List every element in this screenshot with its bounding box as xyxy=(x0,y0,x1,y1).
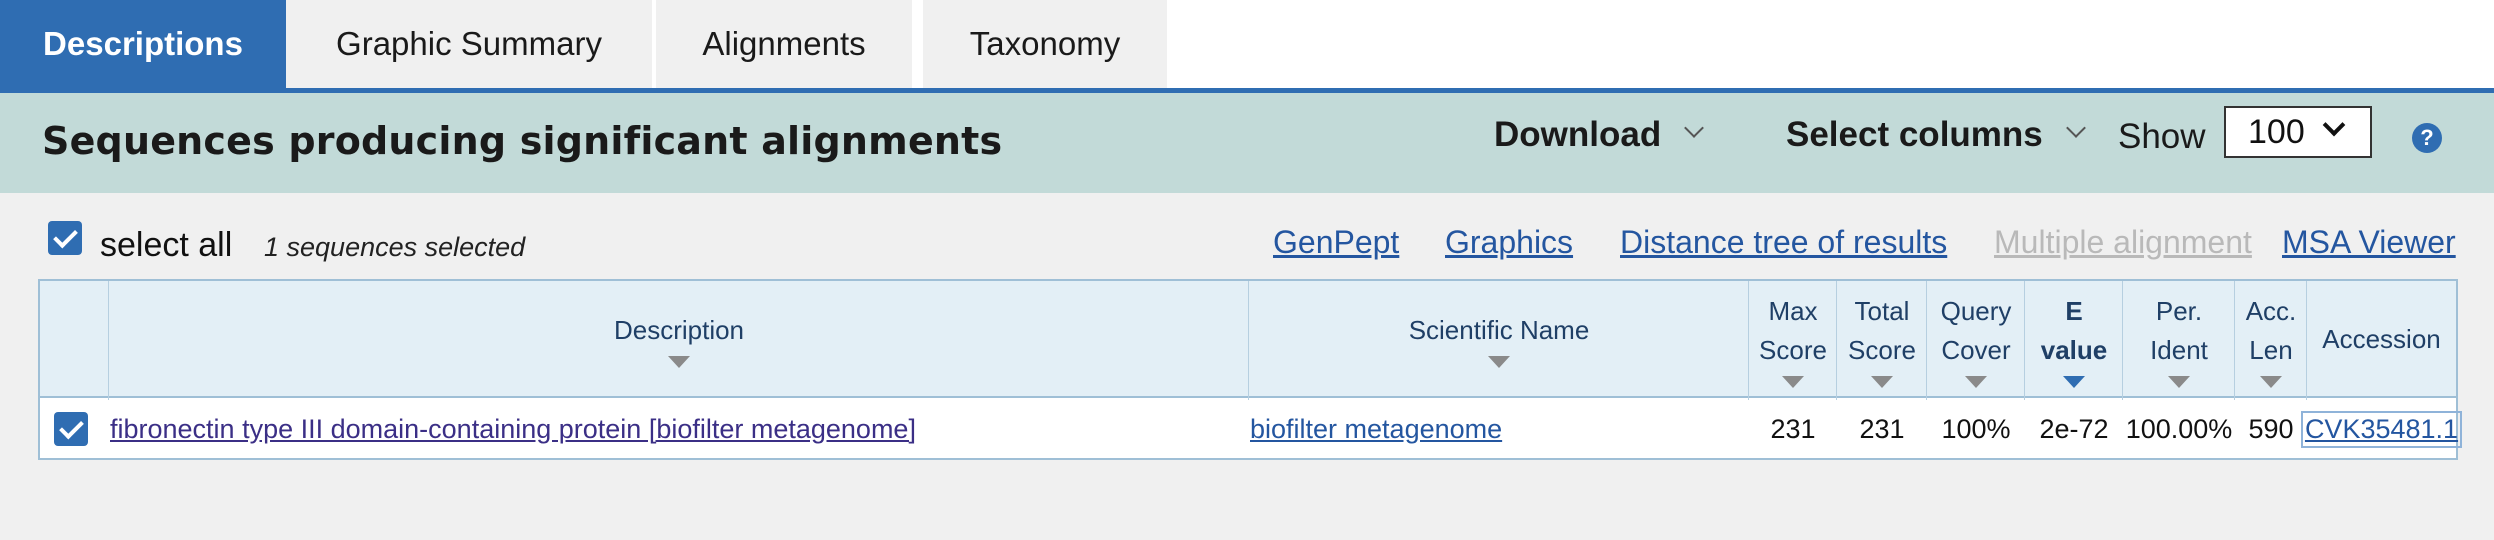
row-query-cover: 100% xyxy=(1941,413,2011,444)
sort-arrow-icon[interactable] xyxy=(2260,375,2282,388)
results-header-bar: Sequences producing significant alignmen… xyxy=(0,93,2494,193)
row-e-value: 2e-72 xyxy=(2039,413,2109,444)
column-header-label: Score xyxy=(1759,334,1827,365)
column-header-description[interactable]: Description xyxy=(109,281,1249,398)
tab-taxonomy[interactable]: Taxonomy xyxy=(923,0,1167,88)
sort-arrow-icon[interactable] xyxy=(2063,375,2085,388)
show-count-select[interactable]: 100 xyxy=(2224,106,2372,158)
row-accession-cell: CVK35481.1 xyxy=(2300,400,2463,458)
msa-viewer-link[interactable]: MSA Viewer xyxy=(2282,224,2456,261)
row-description-cell: fibronectin type III domain-containing p… xyxy=(110,400,916,458)
table-row: fibronectin type III domain-containing p… xyxy=(40,400,2463,458)
chevron-down-icon xyxy=(2065,118,2086,138)
column-header-total-score[interactable]: Total Score xyxy=(1837,281,1927,398)
chevron-down-icon xyxy=(1684,118,1705,138)
show-label: Show xyxy=(2118,117,2206,156)
results-table: Description Scientific Name Max Score To… xyxy=(38,279,2463,460)
column-header-label: Total xyxy=(1854,295,1910,326)
select-columns-button[interactable]: Select columns xyxy=(1786,115,2086,155)
row-scientific-name-link[interactable]: biofilter metagenome xyxy=(1250,414,1502,445)
column-header-label: Scientific Name xyxy=(1408,315,1590,345)
genpept-link[interactable]: GenPept xyxy=(1273,224,1399,261)
sort-arrow-icon[interactable] xyxy=(1871,375,1893,388)
sort-arrow-icon[interactable] xyxy=(2168,375,2190,388)
distance-tree-link[interactable]: Distance tree of results xyxy=(1620,224,1947,261)
column-header-e-value[interactable]: E value xyxy=(2025,281,2123,398)
column-header-label: Score xyxy=(1848,334,1916,365)
tab-graphic-summary[interactable]: Graphic Summary xyxy=(286,0,652,88)
help-icon[interactable]: ? xyxy=(2412,123,2442,153)
column-header-acc-len[interactable]: Acc. Len xyxy=(2235,281,2307,398)
column-header-label: Accession xyxy=(2322,324,2441,354)
row-max-score: 231 xyxy=(1770,413,1816,444)
row-acc-len: 590 xyxy=(2248,413,2294,444)
graphics-link[interactable]: Graphics xyxy=(1445,224,1573,261)
row-accession-link[interactable]: CVK35481.1 xyxy=(2300,410,2463,448)
column-header-label: Acc. xyxy=(2245,295,2297,326)
tab-alignments[interactable]: Alignments xyxy=(656,0,912,88)
select-all-checkbox[interactable] xyxy=(48,221,82,255)
column-header-scientific-name[interactable]: Scientific Name xyxy=(1249,281,1749,398)
download-button[interactable]: Download xyxy=(1494,115,1705,155)
column-header-label: value xyxy=(2040,334,2108,365)
sort-arrow-icon[interactable] xyxy=(1965,375,1987,388)
column-header-label: Cover xyxy=(1941,334,2011,365)
section-title: Sequences producing significant alignmen… xyxy=(42,119,1003,163)
column-header-per-ident[interactable]: Per. Ident xyxy=(2123,281,2235,398)
sort-arrow-icon[interactable] xyxy=(668,356,690,368)
row-description-link[interactable]: fibronectin type III domain-containing p… xyxy=(110,414,916,445)
column-header-label: Query xyxy=(1940,295,2012,326)
column-header-label: Ident xyxy=(2150,334,2208,365)
column-header-label: Len xyxy=(2249,334,2293,365)
column-header-label: Description xyxy=(613,315,745,345)
column-header-label: Per. xyxy=(2155,295,2203,326)
select-columns-label: Select columns xyxy=(1786,115,2043,154)
column-header-max-score[interactable]: Max Score xyxy=(1749,281,1837,398)
show-count-value: 100 xyxy=(2248,112,2305,151)
select-all-label[interactable]: select all xyxy=(100,226,232,265)
column-header-label: Max xyxy=(1768,295,1818,326)
chevron-down-icon xyxy=(2322,113,2346,137)
download-label: Download xyxy=(1494,115,1662,154)
result-tabs: Descriptions Graphic Summary Alignments … xyxy=(0,0,2494,88)
row-checkbox[interactable] xyxy=(54,412,88,446)
row-per-ident: 100.00% xyxy=(2125,413,2233,444)
column-header-label: E xyxy=(2065,295,2083,326)
row-total-score: 231 xyxy=(1859,413,1905,444)
column-header-accession[interactable]: Accession xyxy=(2307,281,2456,398)
tab-descriptions[interactable]: Descriptions xyxy=(0,0,286,88)
row-scientific-name-cell: biofilter metagenome xyxy=(1250,400,1502,458)
multiple-alignment-link: Multiple alignment xyxy=(1994,224,2252,260)
column-header-query-cover[interactable]: Query Cover xyxy=(1927,281,2025,398)
sort-arrow-icon[interactable] xyxy=(1488,356,1510,368)
sort-arrow-icon[interactable] xyxy=(1782,375,1804,388)
selected-count: 1 sequences selected xyxy=(264,232,526,262)
